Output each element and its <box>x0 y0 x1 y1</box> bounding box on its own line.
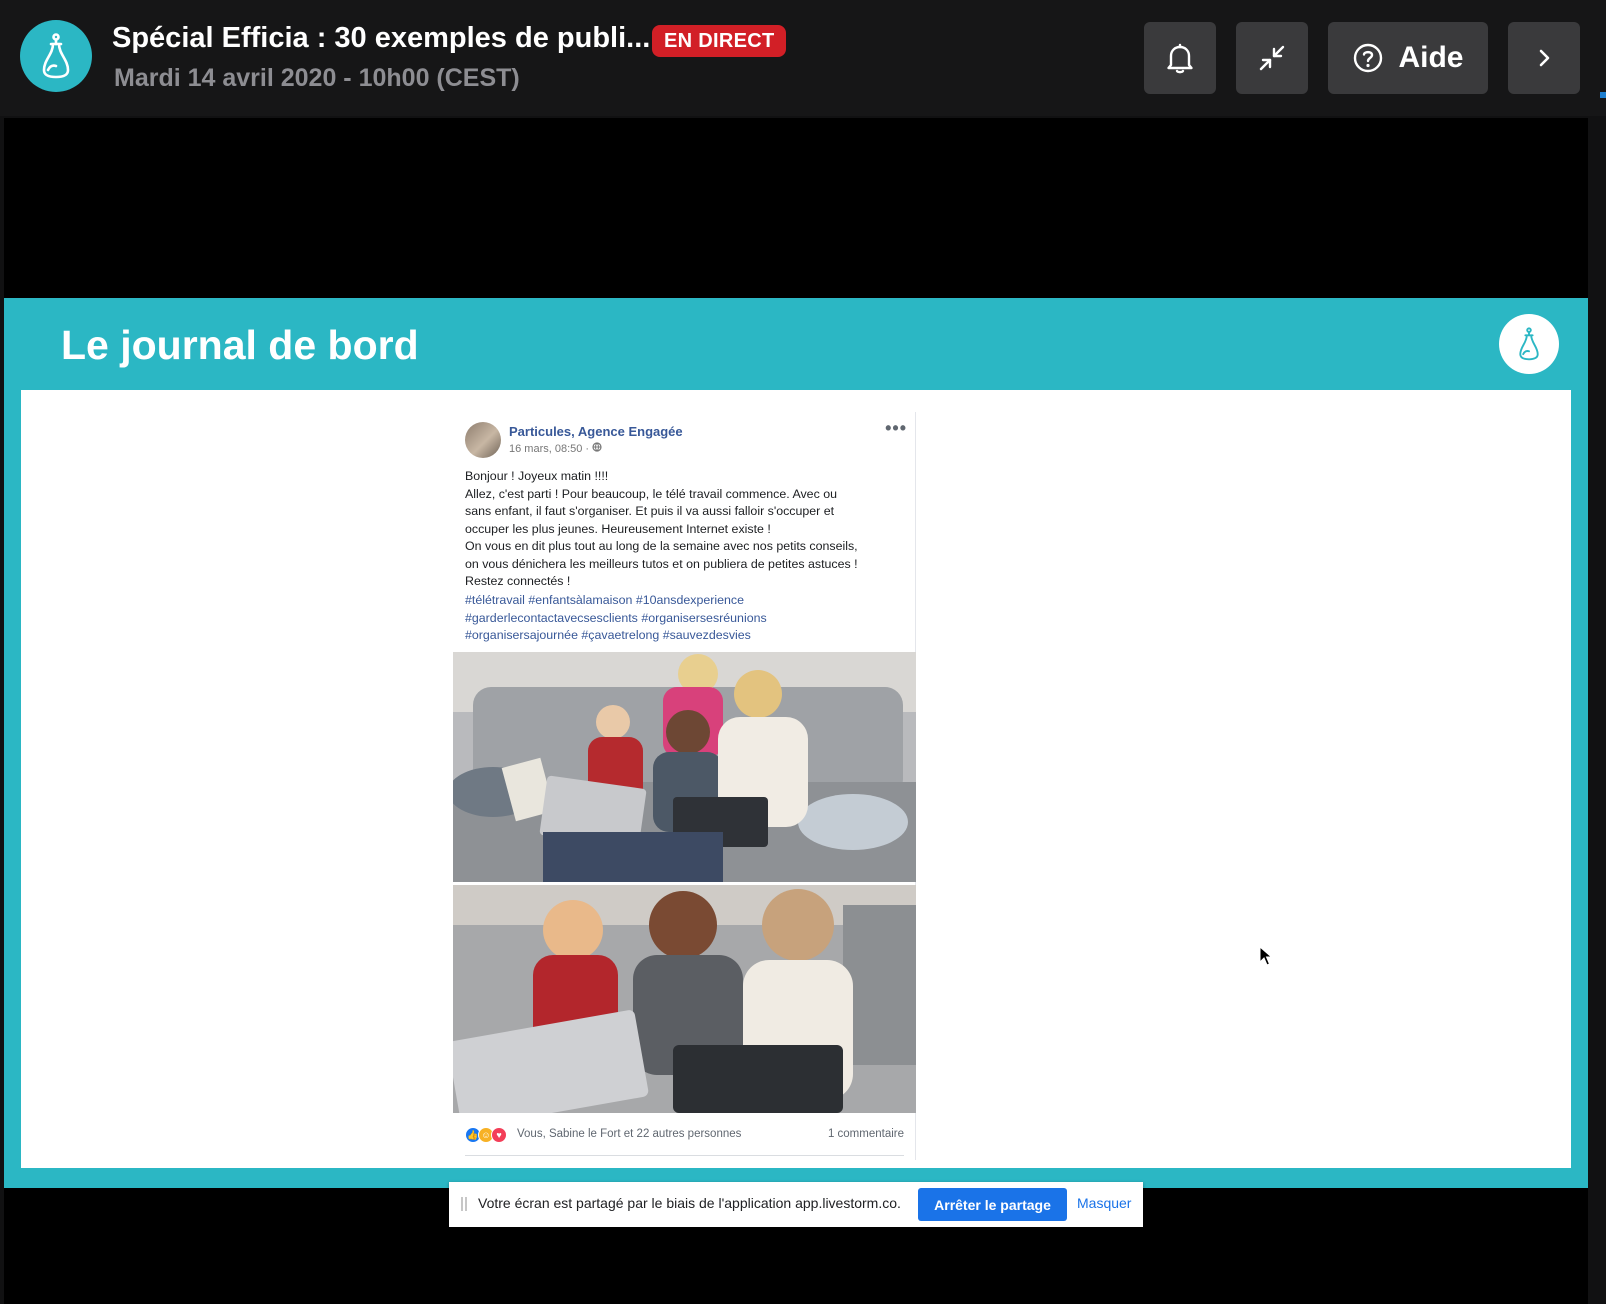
hide-notification-button[interactable]: Masquer <box>1077 1195 1131 1211</box>
globe-icon <box>592 442 602 452</box>
presentation-slide: Le journal de bord Particules, Agence En… <box>4 298 1588 1188</box>
slide-title: Le journal de bord <box>61 322 419 368</box>
post-text-line: Restez connectés ! <box>465 574 571 588</box>
notifications-button[interactable] <box>1144 22 1216 94</box>
drag-handle-icon[interactable] <box>461 1197 467 1211</box>
post-text-line: Allez, c'est parti ! Pour beaucoup, le t… <box>465 486 837 501</box>
screen-share-stream: Le journal de bord Particules, Agence En… <box>4 118 1588 1304</box>
post-author: Particules, Agence Engagée <box>509 424 683 439</box>
screen-share-notification: Votre écran est partagé par le biais de … <box>449 1182 1143 1227</box>
chevron-right-icon <box>1539 49 1550 67</box>
more-options-icon: ••• <box>885 418 907 438</box>
post-hashtags: #télétravail #enfantsàlamaison #10ansdex… <box>465 592 905 645</box>
live-status-badge: EN DIRECT <box>652 25 787 57</box>
family-on-sofa-photo <box>453 652 916 882</box>
post-photo <box>453 885 916 1113</box>
brand-logo <box>20 20 92 92</box>
family-with-laptops-photo <box>453 885 916 1113</box>
avatar <box>465 422 501 458</box>
sidebar-edge-indicator <box>1600 92 1606 98</box>
post-text: Bonjour ! Joyeux matin !!!! Allez, c'est… <box>465 468 905 591</box>
bell-jar-logo-icon <box>1519 327 1539 361</box>
webinar-title: Spécial Efficia : 30 exemples de publi..… <box>112 22 651 54</box>
post-meta: 16 mars, 08:50 · <box>509 442 602 455</box>
comments-count: 1 commentaire <box>827 1128 904 1140</box>
stop-sharing-button[interactable]: Arrêter le partage <box>918 1188 1067 1221</box>
slide-canvas: Particules, Agence Engagée 16 mars, 08:5… <box>21 390 1571 1168</box>
reaction-icons: 👍 ☺ ♥ <box>465 1127 507 1143</box>
mouse-cursor-icon <box>1259 946 1273 966</box>
help-circle-icon <box>1354 43 1383 73</box>
love-reaction-icon: ♥ <box>491 1127 507 1143</box>
post-text-line: On vous en dit plus tout au long de la s… <box>465 539 858 553</box>
reactions-count: Vous, Sabine le Fort et 22 autres person… <box>517 1128 742 1140</box>
webinar-date: Mardi 14 avril 2020 - 10h00 (CEST) <box>114 64 520 92</box>
exit-fullscreen-button[interactable] <box>1236 22 1308 94</box>
hashtag-line: #télétravail #enfantsàlamaison #10ansdex… <box>465 593 744 607</box>
hashtag-line: #garderlecontactavecsesclients #organise… <box>465 610 767 625</box>
slide-logo <box>1499 314 1559 374</box>
bell-icon <box>1167 43 1193 74</box>
webinar-header: Spécial Efficia : 30 exemples de publi..… <box>0 0 1606 116</box>
facebook-post: Particules, Agence Engagée 16 mars, 08:5… <box>453 412 916 1160</box>
divider <box>465 1155 904 1156</box>
post-photo <box>453 652 916 882</box>
post-text-line: sans enfant, il faut s'organiser. Et pui… <box>465 504 835 518</box>
bell-jar-logo-icon <box>42 33 70 79</box>
post-text-line: Bonjour ! Joyeux matin !!!! <box>465 469 609 483</box>
toggle-sidebar-button[interactable] <box>1508 22 1580 94</box>
hashtag-line: #organisersajournée #çavaetrelong #sauve… <box>465 628 751 642</box>
post-text-line: on vous dénichera les meilleurs tutos et… <box>465 556 858 571</box>
help-button-label: Aide <box>1398 41 1464 74</box>
post-timestamp: 16 mars, 08:50 · <box>509 443 593 455</box>
collapse-icon <box>1259 45 1285 71</box>
post-footer: 👍 ☺ ♥ Vous, Sabine le Fort et 22 autres … <box>453 1113 916 1160</box>
post-text-line: occuper les plus jeunes. Heureusement In… <box>465 521 771 536</box>
screen-share-message: Votre écran est partagé par le biais de … <box>478 1195 901 1211</box>
help-button[interactable]: Aide <box>1328 22 1488 94</box>
